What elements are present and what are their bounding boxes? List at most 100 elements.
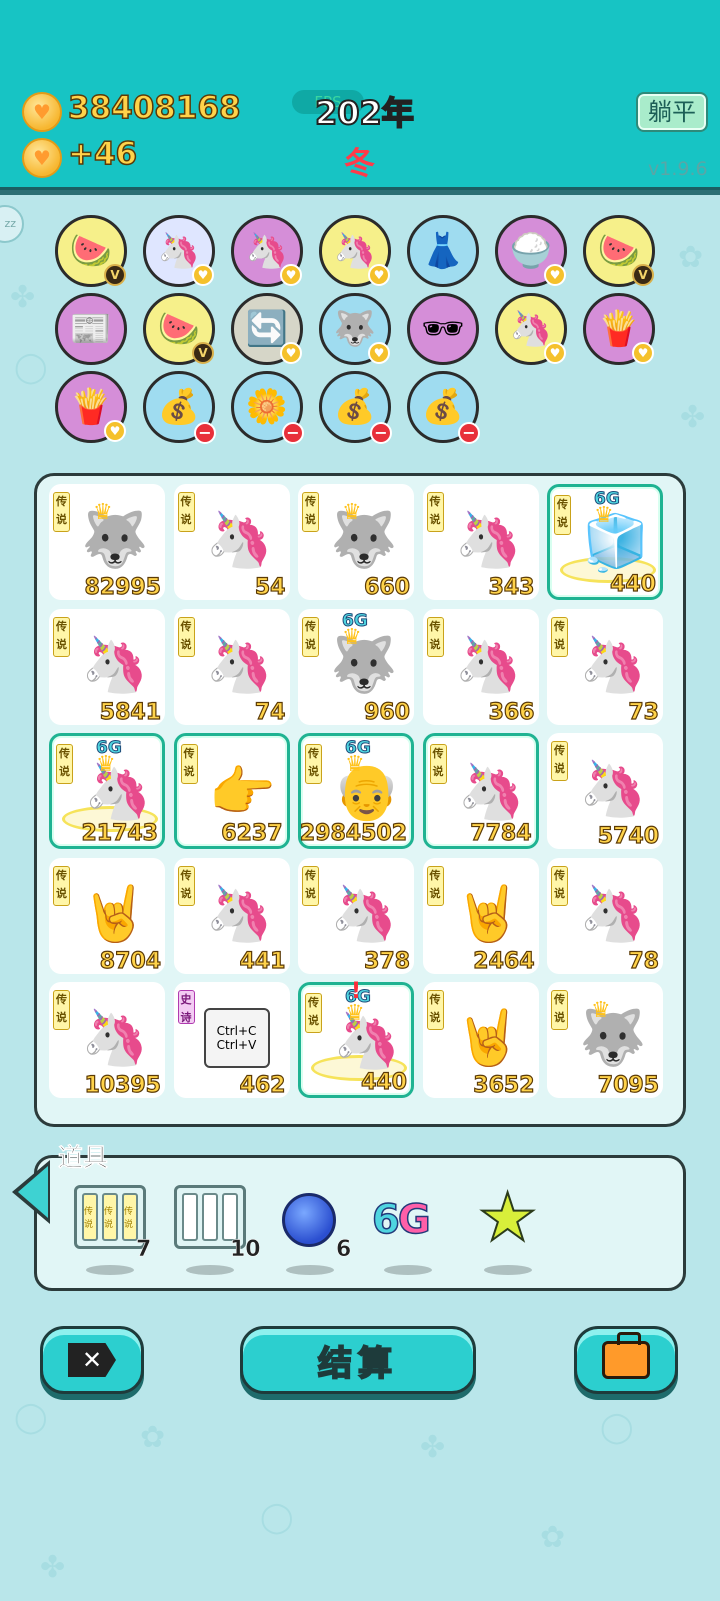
6g-badge: 6G — [96, 738, 123, 759]
board-tile[interactable]: 传说 🐺 ♛ 660 — [298, 484, 414, 601]
inventory-item[interactable]: 🦄 ♥ — [495, 293, 567, 365]
board-tile[interactable]: 史诗 Ctrl+C Ctrl+V 462 — [173, 982, 290, 1099]
board-tile[interactable]: 传说 🤘 2464 — [422, 857, 539, 974]
briefcase-icon — [602, 1332, 650, 1379]
inventory-item[interactable]: 🍉 V — [583, 215, 655, 287]
legend-rarity-tag: 传说 — [551, 990, 568, 1030]
legend-rarity-tag: 传说 — [426, 990, 444, 1030]
inventory-item[interactable]: 📰 — [55, 293, 127, 365]
inventory-item[interactable]: 🕶 — [407, 293, 479, 365]
unicorn-icon: 🦄 — [454, 632, 523, 696]
settle-button[interactable]: 结算 — [240, 1326, 476, 1394]
tile-value: 21743 — [81, 820, 159, 846]
legend-rarity-tag: 传说 — [551, 616, 568, 657]
prop-legend-cells[interactable]: 传说 传说 传说 7 — [74, 1185, 154, 1275]
epic-rarity-tag: 史诗 — [177, 990, 195, 1024]
heart-badge-icon: ♥ — [192, 264, 214, 286]
husky-dog-icon: 🐺 — [330, 632, 398, 696]
board-tile[interactable]: 传说 🦄 7784 — [422, 733, 539, 849]
year-label: 202年 — [314, 93, 415, 133]
6g-icon: 6G — [371, 1196, 431, 1244]
board-tile[interactable]: 传说 👴 ♛ 6G 2984502 — [298, 733, 414, 849]
board-tile[interactable]: 传说 👉 6237 — [173, 733, 290, 849]
board-tile[interactable]: 传说 🤘 3652 — [422, 982, 539, 1099]
board-tile[interactable]: 传说 🦄 74 — [173, 608, 290, 725]
unicorn-icon: 🦄 — [205, 632, 274, 696]
husky-dog-icon: 🐺 — [81, 508, 149, 571]
unicorn-icon: 🦄 — [457, 760, 526, 823]
prop-blueberry[interactable]: 6 — [274, 1185, 354, 1275]
coin-icon: ♥ — [22, 92, 62, 132]
inventory-item[interactable]: 🌼 − — [231, 371, 304, 444]
board-tile[interactable]: 传说 🐺 ♛ 7095 — [547, 982, 663, 1099]
inventory-item[interactable]: 💰 − — [319, 371, 392, 444]
heart-badge-icon: ♥ — [632, 342, 654, 364]
inventory-item[interactable]: 🔄 ♥ — [231, 293, 303, 365]
legend-rarity-tag: 传说 — [302, 865, 319, 906]
legend-rarity-tag: 传说 — [305, 744, 322, 784]
heart-badge-icon: ♥ — [104, 420, 126, 442]
board-tile[interactable]: 传说 🦄 54 — [173, 484, 290, 601]
remove-badge-icon: − — [370, 422, 392, 444]
inventory-item[interactable]: 🍟 ♥ — [583, 293, 655, 365]
board-tile[interactable]: 传说 🦄 ♛ 6G 21743 — [49, 733, 165, 849]
inventory-item[interactable]: 👗 — [407, 215, 479, 287]
legend-rarity-tag: 传说 — [429, 744, 447, 784]
board-tile[interactable]: 传说 🦄 5841 — [49, 608, 165, 725]
inventory-item[interactable]: 💰 − — [143, 371, 216, 444]
unicorn-icon: 🦄 — [454, 508, 523, 571]
top-status-bar: ♥ 38408168 ♥ +46 FPS 202年 冬 躺平 v1.9.6 — [0, 0, 720, 195]
money-bag-icon: 💰 — [421, 387, 465, 427]
rice-bowl-icon: 🍚 — [509, 231, 553, 271]
board-tile[interactable]: 传说 🐺 ♛ 6G 960 — [298, 608, 414, 725]
prop-6g[interactable]: 6G — [371, 1185, 452, 1275]
board-tile[interactable]: 传说 🤘 8704 — [49, 857, 165, 974]
inventory-item[interactable]: 🦄 ♥ — [319, 215, 391, 287]
board-tile[interactable]: 传说 🐺 ♛ 82995 — [49, 484, 165, 601]
unicorn-icon: 🦄 — [333, 1009, 401, 1072]
unicorn-icon: 🦄 — [333, 231, 377, 271]
tile-value: 462 — [239, 1072, 286, 1098]
money-bag-icon: 💰 — [333, 387, 377, 427]
board-tile[interactable]: 传说 🦄 441 — [173, 857, 290, 974]
board-tile[interactable]: 传说 🦄 378 — [298, 857, 414, 974]
tile-value: 440 — [360, 1069, 407, 1095]
inventory-item[interactable]: 🍟 ♥ — [55, 371, 127, 443]
6g-badge: 6G — [345, 738, 372, 759]
heart-badge-icon: ♥ — [280, 264, 302, 286]
tile-value: 74 — [254, 699, 286, 725]
6g-badge: 6G — [342, 610, 369, 631]
husky-dog-icon: 🐺 — [333, 309, 377, 349]
tile-value: 82995 — [84, 574, 162, 600]
lie-flat-button[interactable]: 躺平 — [636, 92, 708, 132]
board-tile[interactable]: 传说 🦄 10395 — [49, 982, 165, 1099]
prop-star[interactable]: ★ — [472, 1179, 552, 1275]
v-badge-icon: V — [104, 264, 126, 286]
inventory-item[interactable]: 🍉 V — [55, 215, 127, 287]
inventory-item[interactable]: 🍉 V — [143, 293, 215, 365]
inventory-item[interactable]: 💰 − — [407, 371, 480, 444]
unicorn-icon: 🦄 — [509, 309, 553, 349]
board-tile[interactable]: 传说 🦄 ♛ 6G! 440 — [298, 979, 414, 1098]
season-label: 冬 — [344, 146, 375, 182]
tile-value: 960 — [363, 699, 410, 725]
prop-empty-cells[interactable]: 10 — [174, 1185, 261, 1275]
grandpa-face-icon: 👴 — [333, 760, 401, 823]
board-tile[interactable]: 传说 🦄 73 — [547, 608, 663, 725]
board-tile[interactable]: 传说 🦄 366 — [422, 608, 539, 725]
tile-value: 366 — [488, 699, 535, 725]
board-tile[interactable]: 传说 🦄 78 — [547, 857, 663, 974]
inventory-item[interactable]: 🦄 ♥ — [231, 215, 303, 287]
board-tile[interactable]: 传说 🧊 ♛ 6G 440 — [547, 484, 663, 600]
tile-value: 78 — [628, 948, 660, 974]
inventory-item[interactable]: 🐺 ♥ — [319, 293, 391, 365]
inventory-item[interactable]: 🍚 ♥ — [495, 215, 567, 287]
board-tile[interactable]: 传说 🦄 343 — [422, 484, 539, 601]
close-button[interactable]: ✕ — [40, 1326, 144, 1394]
unicorn-icon: 🦄 — [81, 632, 149, 696]
star-icon: ★ — [477, 1179, 538, 1256]
unicorn-icon: 🦄 — [330, 881, 398, 945]
board-tile[interactable]: 传说 🦄 5740 — [547, 733, 663, 850]
inventory-item[interactable]: 🦄 ♥ — [143, 215, 215, 287]
backpack-button[interactable] — [574, 1326, 678, 1394]
